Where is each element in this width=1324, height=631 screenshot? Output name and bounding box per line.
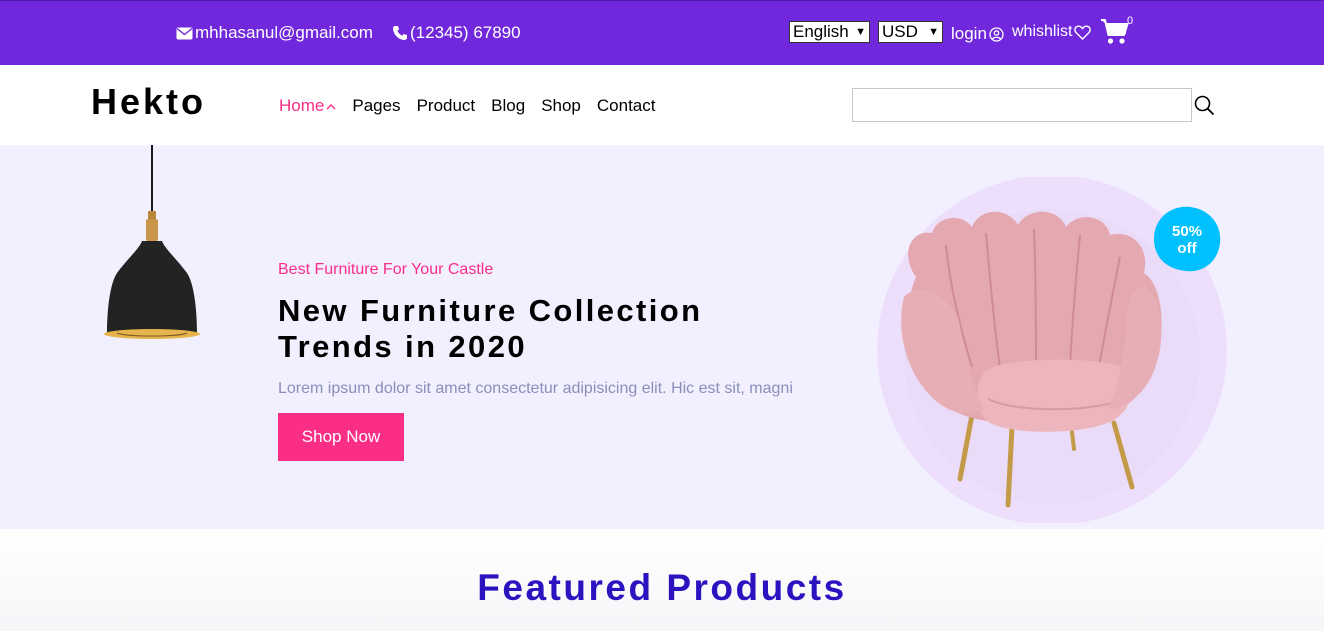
main-nav: Hekto Home Pages Product Blog Shop Conta… bbox=[0, 65, 1324, 145]
wishlist-link[interactable]: whishlist bbox=[1012, 23, 1092, 41]
top-bar: mhhasanul@gmail.com (12345) 67890 Englis… bbox=[0, 0, 1324, 65]
login-link[interactable]: login bbox=[951, 24, 1004, 44]
nav-item-label: Pages bbox=[352, 96, 401, 115]
nav-item-pages[interactable]: Pages bbox=[352, 96, 400, 116]
email-contact[interactable]: mhhasanul@gmail.com bbox=[176, 23, 373, 43]
featured-section: Featured Products bbox=[0, 529, 1324, 631]
chevron-down-icon: ▼ bbox=[855, 26, 866, 38]
search-icon[interactable] bbox=[1193, 94, 1215, 116]
phone-text: (12345) 67890 bbox=[410, 23, 521, 42]
hero-subtitle: Best Furniture For Your Castle bbox=[278, 261, 494, 278]
language-value: English bbox=[793, 22, 849, 41]
cart-count-badge: 0 bbox=[1127, 15, 1134, 27]
chevron-up-icon bbox=[326, 103, 336, 109]
mail-icon bbox=[176, 27, 193, 39]
nav-item-contact[interactable]: Contact bbox=[597, 96, 656, 116]
email-text: mhhasanul@gmail.com bbox=[195, 23, 373, 42]
nav-item-label: Home bbox=[279, 96, 325, 115]
featured-title: Featured Products bbox=[477, 567, 847, 608]
hero-banner: Best Furniture For Your Castle New Furni… bbox=[0, 145, 1324, 529]
currency-value: USD bbox=[882, 22, 918, 41]
nav-item-label: Product bbox=[416, 96, 476, 115]
pendant-lamp-image bbox=[104, 145, 200, 339]
shop-now-button[interactable]: Shop Now bbox=[278, 413, 404, 461]
currency-select[interactable]: USD ▼ bbox=[878, 21, 943, 43]
hero-title-line2: Trends in 2020 bbox=[278, 329, 527, 364]
user-icon bbox=[989, 26, 1004, 42]
badge-off: off bbox=[1177, 240, 1197, 257]
nav-item-label: Shop bbox=[541, 96, 581, 115]
logo[interactable]: Hekto bbox=[91, 81, 206, 123]
wishlist-text: whishlist bbox=[1012, 23, 1073, 40]
phone-contact[interactable]: (12345) 67890 bbox=[392, 23, 521, 43]
hero-title: New Furniture Collection Trends in 2020 bbox=[278, 293, 798, 365]
badge-percent: 50% bbox=[1172, 223, 1202, 240]
hero-title-line1: New Furniture Collection bbox=[278, 293, 703, 328]
nav-item-shop[interactable]: Shop bbox=[541, 96, 581, 116]
nav-item-label: Contact bbox=[596, 96, 656, 115]
discount-badge: 50% off bbox=[1154, 206, 1221, 272]
heart-icon bbox=[1074, 24, 1092, 40]
nav-item-label: Blog bbox=[491, 96, 526, 115]
nav-menu: Home Pages Product Blog Shop Contact bbox=[279, 96, 671, 116]
hero-description: Lorem ipsum dolor sit amet consectetur a… bbox=[278, 380, 793, 397]
nav-item-blog[interactable]: Blog bbox=[491, 96, 525, 116]
search-input[interactable] bbox=[852, 88, 1192, 122]
nav-item-product[interactable]: Product bbox=[417, 96, 476, 116]
cart-icon[interactable] bbox=[1100, 17, 1130, 47]
login-text: login bbox=[951, 24, 987, 43]
language-select[interactable]: English ▼ bbox=[789, 21, 870, 43]
chevron-down-icon: ▼ bbox=[928, 26, 939, 38]
nav-item-home[interactable]: Home bbox=[279, 96, 336, 116]
phone-icon bbox=[393, 26, 407, 40]
